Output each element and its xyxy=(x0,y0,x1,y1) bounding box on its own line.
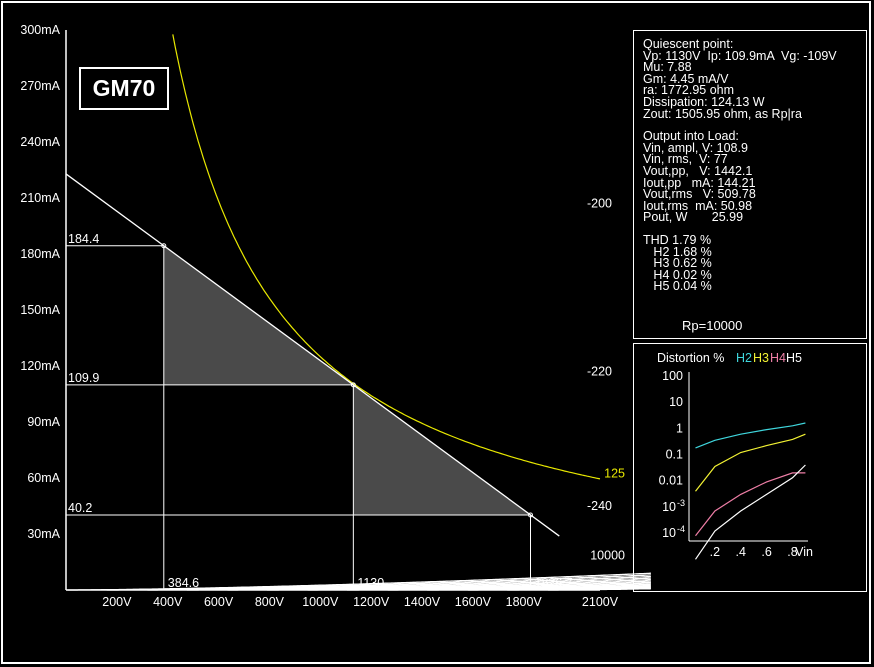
y-tick-label: 30mA xyxy=(27,527,60,541)
dissipation-label: 125 xyxy=(604,466,625,480)
y-tick-label: 300mA xyxy=(20,23,60,37)
x-tick-label: .2 xyxy=(710,545,720,559)
x-tick-label: .4 xyxy=(736,545,746,559)
y-tick-label: 0.1 xyxy=(666,448,683,462)
x-tick-label: 1200V xyxy=(353,595,390,609)
grid-voltage-label: -220 xyxy=(587,365,612,379)
y-tick-label: 150mA xyxy=(20,303,60,317)
legend-entry-h2: H2 xyxy=(736,351,752,365)
y-tick-label: 10 xyxy=(662,526,676,540)
vp-marker-label: 384.6 xyxy=(168,576,199,590)
y-tick-label: 90mA xyxy=(27,415,60,429)
distortion-panel: Distortion % H2 H3 H4 H5 100 10 1 0.1 0.01 10 -3 10-… xyxy=(633,343,867,592)
y-tick-label: 240mA xyxy=(20,135,60,149)
y-tick-label: 60mA xyxy=(27,471,60,485)
legend-entry-h5: H5 xyxy=(786,351,802,365)
info-line: Zout: 1505.95 ohm, as Rp|ra xyxy=(643,106,802,121)
y-tick-label: 10 xyxy=(662,500,676,514)
x-tick-label: 1800V xyxy=(506,595,543,609)
info-line: H5 0.04 % xyxy=(643,279,712,294)
y-tick-label: 180mA xyxy=(20,247,60,261)
x-tick-label: Vin xyxy=(795,545,813,559)
x-tick-label: 2100V xyxy=(582,595,619,609)
grid-voltage-label: -240 xyxy=(587,499,612,513)
rp-label: Rp=10000 xyxy=(682,318,743,333)
x-tick-label: 1400V xyxy=(404,595,441,609)
ip-marker-label: 40.2 xyxy=(68,501,92,515)
info-panel: Quiescent point: Vp: 1130V Ip: 109.9mA V… xyxy=(633,30,867,339)
y-tick-exponent: -3 xyxy=(677,498,685,508)
load-line xyxy=(65,173,560,537)
x-tick-label: .6 xyxy=(761,545,771,559)
y-tick-label: 270mA xyxy=(20,79,60,93)
x-tick-label: 800V xyxy=(255,595,285,609)
y-tick-label: 10 xyxy=(669,395,683,409)
x-tick-label: 600V xyxy=(204,595,234,609)
x-tick-label: 200V xyxy=(102,595,132,609)
legend-entry-h4: H4 xyxy=(770,351,786,365)
legend-entry-h3: H3 xyxy=(753,351,769,365)
y-tick-label: 0.01 xyxy=(659,474,683,488)
grid-voltage-label: -200 xyxy=(587,197,612,211)
load-line-label: 10000 xyxy=(590,548,625,562)
y-tick-label: 1 xyxy=(676,421,683,435)
vp-marker-label: 1130 xyxy=(357,576,384,590)
vp-marker-label: 1826.7 xyxy=(535,576,573,590)
y-tick-exponent: -4 xyxy=(677,524,685,534)
info-line: Pout, W 25.99 xyxy=(643,210,744,225)
x-tick-label: 1000V xyxy=(302,595,339,609)
distortion-title: Distortion % xyxy=(657,351,724,365)
ip-marker-label: 109.9 xyxy=(68,371,99,385)
y-tick-label: 210mA xyxy=(20,191,60,205)
x-tick-label: 1600V xyxy=(455,595,492,609)
series-line-h2 xyxy=(695,422,806,449)
series-line-h3 xyxy=(695,433,806,492)
x-tick-label: 400V xyxy=(153,595,183,609)
y-tick-label: 120mA xyxy=(20,359,60,373)
y-tick-label: 100 xyxy=(662,369,683,383)
distortion-chart: Distortion % H2 H3 H4 H51001010.10.0110 -310-… xyxy=(657,351,813,560)
tube-name-label: GM70 xyxy=(79,67,169,110)
ip-marker-label: 184.4 xyxy=(68,232,99,246)
